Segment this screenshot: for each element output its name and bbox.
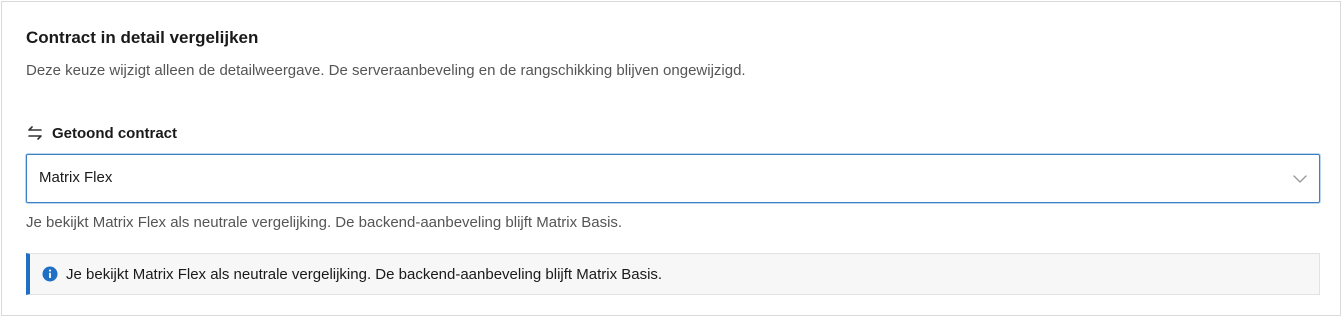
contract-select-label: Getoond contract	[26, 122, 177, 144]
section-title: Contract in detail vergelijken	[26, 28, 259, 47]
info-icon	[42, 266, 58, 282]
info-notice-text: Je bekijkt Matrix Flex als neutrale verg…	[66, 265, 663, 283]
info-notice: Je bekijkt Matrix Flex als neutrale verg…	[26, 253, 1320, 295]
contract-select[interactable]: Matrix Flex	[26, 154, 1320, 203]
section-description: Deze keuze wijzigt alleen de detailweerg…	[26, 62, 746, 79]
contract-select-label-text: Getoond contract	[52, 124, 178, 142]
chevron-down-icon	[1293, 175, 1307, 183]
contract-compare-card: Contract in detail vergelijken Deze keuz…	[1, 1, 1341, 316]
select-helper-text: Je bekijkt Matrix Flex als neutrale verg…	[26, 214, 623, 231]
swap-arrows-icon	[28, 126, 42, 140]
contract-select-value: Matrix Flex	[39, 169, 113, 186]
